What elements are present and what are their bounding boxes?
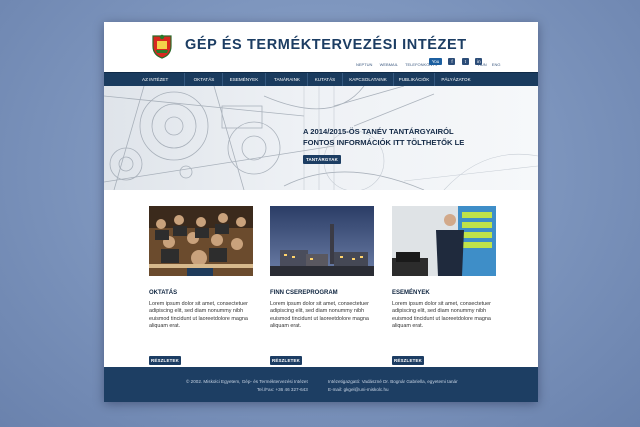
details-button-education[interactable]: RÉSZLETEK: [149, 356, 181, 365]
hero-title: A 2014/2015-ÖS TANÉV TANTÁRGYAIRÓL FONTO…: [303, 126, 464, 148]
hero-title-line-2: FONTOS INFORMÁCIÓK ITT TÖLTHETŐK LE: [303, 138, 465, 147]
footer-copyright: © 2002. Miskolci Egyetem, Gép- és Termék…: [186, 379, 308, 384]
website-page: GÉP ÉS TERMÉKTERVEZÉSI INTÉZET NEPTUN WE…: [104, 22, 538, 402]
card-title-events: ESEMÉNYEK: [392, 290, 430, 296]
subjects-button[interactable]: TANTÁRGYAK: [303, 155, 341, 164]
footer-director: Intézetigazgató: Vadászné Dr. Bognár Gab…: [328, 379, 458, 384]
nav-item-events[interactable]: ESEMÉNYEK: [224, 73, 264, 87]
nav-item-tenders[interactable]: PÁLYÁZATOK: [436, 73, 476, 87]
site-footer: © 2002. Miskolci Egyetem, Gép- és Termék…: [104, 367, 538, 402]
language-switcher: HUN ENG: [474, 62, 500, 67]
nav-item-publications[interactable]: PUBLIKÁCIÓK: [395, 73, 433, 87]
nav-item-contacts[interactable]: KAPCSOLATAINK: [344, 73, 392, 87]
events-photo[interactable]: [392, 206, 496, 276]
footer-phone: Tel./Fax: +36 46 327-643: [256, 386, 308, 392]
nav-item-teachers[interactable]: TANÁRAINK: [267, 73, 307, 87]
webmail-link[interactable]: WEBMAIL: [380, 62, 398, 67]
speaker-image: [392, 206, 496, 276]
nav-divider: [184, 73, 185, 87]
nav-divider: [393, 73, 394, 87]
nav-divider: [222, 73, 223, 87]
twitter-icon[interactable]: t: [461, 58, 469, 65]
card-text-events: Lorem ipsum dolor sit amet, consectetuer…: [392, 301, 491, 330]
lang-eng-link[interactable]: ENG: [492, 62, 501, 67]
footer-email[interactable]: E-mail: gkgel@uni-miskolc.hu: [328, 386, 458, 394]
hero-banner: A 2014/2015-ÖS TANÉV TANTÁRGYAIRÓL FONTO…: [104, 86, 538, 190]
card-text-education: Lorem ipsum dolor sit amet, consectetuer…: [149, 301, 248, 330]
nav-item-education[interactable]: OKTATÁS: [186, 73, 222, 87]
card-text-exchange: Lorem ipsum dolor sit amet, consectetuer…: [270, 301, 369, 330]
university-crest-icon[interactable]: [151, 33, 173, 59]
lang-hun-link[interactable]: HUN: [478, 62, 487, 67]
classroom-image: [149, 206, 253, 276]
main-nav: AZ INTÉZET OKTATÁS ESEMÉNYEK TANÁRAINK K…: [104, 72, 538, 87]
card-title-exchange: FINN CSEREPROGRAM: [270, 290, 338, 296]
footer-left: © 2002. Miskolci Egyetem, Gép- és Termék…: [186, 378, 308, 393]
site-title[interactable]: GÉP ÉS TERMÉKTERVEZÉSI INTÉZET: [185, 37, 467, 53]
nav-divider: [307, 73, 308, 87]
site-header: GÉP ÉS TERMÉKTERVEZÉSI INTÉZET NEPTUN WE…: [104, 22, 538, 72]
hero-title-line-1: A 2014/2015-ÖS TANÉV TANTÁRGYAIRÓL: [303, 127, 454, 136]
facebook-icon[interactable]: f: [448, 58, 456, 65]
nav-divider: [265, 73, 266, 87]
nav-divider: [434, 73, 435, 87]
footer-right: Intézetigazgató: Vadászné Dr. Bognár Gab…: [328, 378, 458, 393]
details-button-events[interactable]: RÉSZLETEK: [392, 356, 424, 365]
night-campus-image: [270, 206, 374, 276]
details-button-exchange[interactable]: RÉSZLETEK: [270, 356, 302, 365]
nav-divider: [342, 73, 343, 87]
nav-item-institute[interactable]: AZ INTÉZET: [142, 73, 168, 87]
card-title-education: OKTATÁS: [149, 290, 178, 296]
finland-photo[interactable]: [270, 206, 374, 276]
youtube-icon[interactable]: You: [429, 58, 442, 65]
neptun-link[interactable]: NEPTUN: [356, 62, 372, 67]
classroom-photo[interactable]: [149, 206, 253, 276]
nav-item-research[interactable]: KUTATÁS: [309, 73, 341, 87]
